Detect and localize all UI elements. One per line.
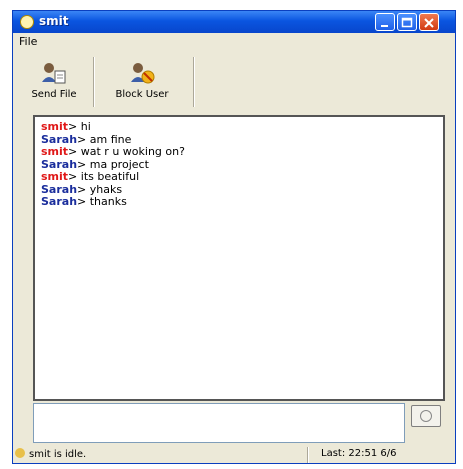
message-nick: smit bbox=[41, 120, 69, 133]
message-text: ma project bbox=[86, 157, 149, 171]
message-separator: > bbox=[77, 132, 87, 146]
chat-message: Sarah> thanks bbox=[41, 195, 437, 209]
menu-bar: File bbox=[13, 33, 455, 51]
message-separator: > bbox=[68, 170, 78, 183]
message-nick: smit bbox=[41, 170, 69, 183]
status-last-seen: Last: 22:51 6/6 bbox=[321, 448, 397, 459]
chat-app-icon bbox=[20, 15, 34, 29]
block-user-icon bbox=[131, 63, 155, 84]
send-file-label: Send File bbox=[31, 89, 77, 100]
message-nick: Sarah bbox=[41, 157, 78, 171]
block-user-button[interactable]: Block User bbox=[97, 53, 187, 109]
toolbar-divider bbox=[193, 57, 195, 107]
send-message-button[interactable] bbox=[411, 405, 441, 427]
menu-file[interactable]: File bbox=[19, 35, 37, 48]
message-nick: Sarah bbox=[41, 132, 78, 146]
send-file-button[interactable]: Send File bbox=[19, 53, 89, 109]
close-icon bbox=[424, 18, 434, 28]
message-nick: Sarah bbox=[41, 182, 78, 196]
message-text: am fine bbox=[86, 132, 132, 146]
maximize-button[interactable] bbox=[397, 13, 417, 31]
message-text: its beatiful bbox=[77, 170, 140, 183]
message-separator: > bbox=[77, 182, 87, 196]
chat-history[interactable]: smit> hi Sarah> am fine smit> wat r u wo… bbox=[33, 115, 445, 401]
chat-window: smit File Send File Block User smit> hi … bbox=[12, 10, 456, 464]
message-separator: > bbox=[77, 195, 87, 208]
message-text: yhaks bbox=[86, 182, 123, 196]
message-text: hi bbox=[77, 120, 91, 133]
send-file-icon bbox=[42, 63, 66, 84]
message-separator: > bbox=[68, 145, 78, 158]
message-nick: Sarah bbox=[41, 195, 78, 208]
message-input[interactable] bbox=[33, 403, 405, 443]
block-user-label: Block User bbox=[115, 89, 169, 100]
title-bar[interactable]: smit bbox=[13, 11, 455, 33]
status-idle: smit is idle. bbox=[15, 448, 86, 460]
idle-status-icon bbox=[15, 448, 25, 458]
send-message-icon bbox=[420, 410, 432, 422]
toolbar: Send File Block User bbox=[17, 53, 451, 113]
message-text: thanks bbox=[86, 195, 127, 208]
window-title: smit bbox=[39, 14, 69, 28]
message-separator: > bbox=[68, 120, 78, 133]
minimize-button[interactable] bbox=[375, 13, 395, 31]
minimize-icon bbox=[381, 25, 388, 27]
message-nick: smit bbox=[41, 145, 69, 158]
status-divider bbox=[307, 447, 309, 463]
maximize-icon bbox=[401, 17, 413, 28]
toolbar-divider bbox=[93, 57, 95, 107]
message-separator: > bbox=[77, 157, 87, 171]
status-bar: smit is idle. Last: 22:51 6/6 bbox=[15, 447, 453, 463]
close-button[interactable] bbox=[419, 13, 439, 31]
message-text: wat r u woking on? bbox=[77, 145, 185, 158]
status-left-text: smit is idle. bbox=[29, 449, 87, 460]
